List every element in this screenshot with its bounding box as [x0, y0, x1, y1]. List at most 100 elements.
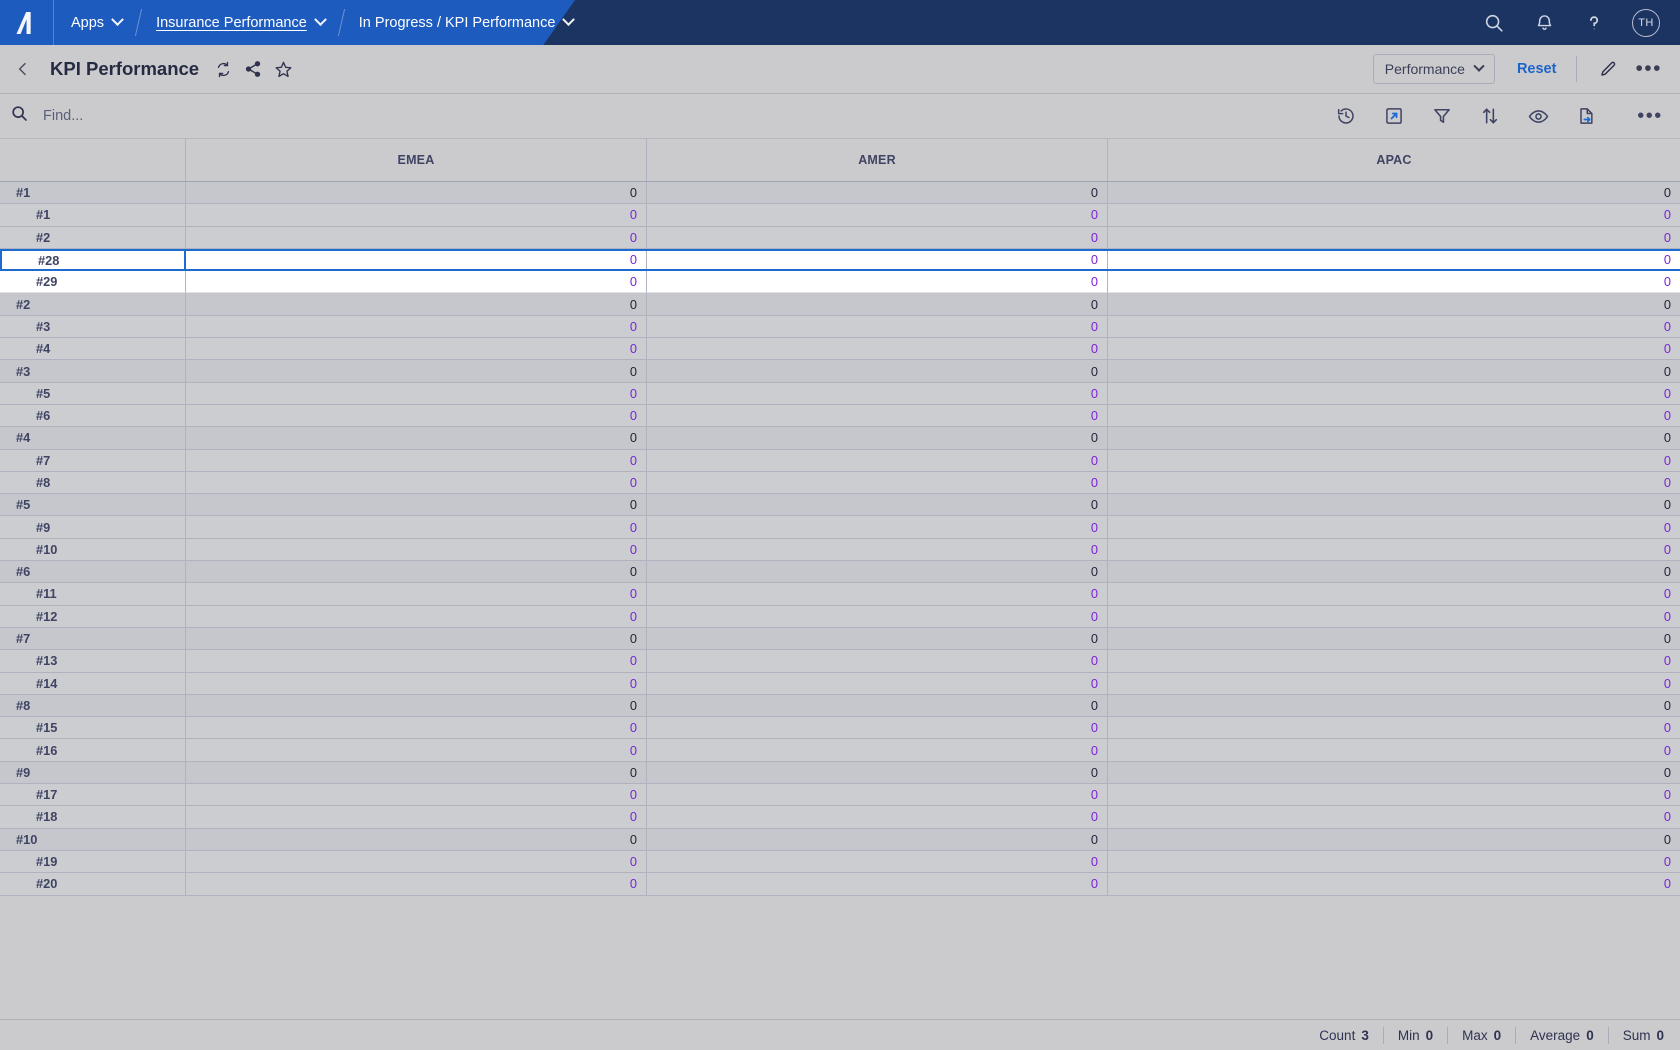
table-row[interactable]: #12 0 0 0	[0, 605, 1680, 628]
data-cell[interactable]: 0	[186, 471, 647, 495]
data-cell[interactable]: 0	[1108, 427, 1680, 450]
row-label-cell[interactable]: #16	[0, 739, 186, 762]
data-cell[interactable]: 0	[647, 538, 1108, 562]
row-label-cell[interactable]: #18	[0, 806, 186, 829]
data-cell[interactable]: 0	[647, 605, 1108, 628]
table-row[interactable]: #16 0 0 0	[0, 739, 1680, 762]
data-cell[interactable]: 0	[186, 672, 647, 695]
data-cell[interactable]: 0	[647, 583, 1108, 606]
row-label-cell[interactable]: #17	[0, 784, 186, 807]
data-cell[interactable]: 0	[186, 561, 647, 584]
table-row[interactable]: #14 0 0 0	[0, 672, 1680, 695]
column-header-emea[interactable]: EMEA	[186, 139, 647, 181]
table-row[interactable]: #11 0 0 0	[0, 583, 1680, 606]
row-label-cell[interactable]: #7	[0, 627, 186, 651]
sync-refresh-icon[interactable]	[212, 58, 234, 80]
data-cell[interactable]: 0	[186, 650, 647, 673]
table-row[interactable]: #1 0 0 0	[0, 204, 1680, 227]
data-cell[interactable]: 0	[186, 427, 647, 450]
data-cell[interactable]: 0	[1108, 561, 1680, 584]
data-cell[interactable]: 0	[186, 828, 647, 851]
row-label-cell[interactable]: #15	[0, 717, 186, 740]
data-cell[interactable]: 0	[1108, 806, 1680, 829]
row-label-cell[interactable]: #11	[0, 583, 186, 606]
filter-funnel-icon[interactable]	[1430, 104, 1454, 128]
data-cell[interactable]: 0	[1108, 182, 1680, 205]
data-cell[interactable]: 0	[647, 761, 1108, 785]
data-cell[interactable]: 0	[647, 382, 1108, 405]
view-selector[interactable]: Performance	[1372, 54, 1495, 84]
data-cell[interactable]: 0	[186, 850, 647, 874]
data-cell[interactable]: 0	[647, 427, 1108, 450]
data-cell[interactable]: 0	[647, 449, 1108, 472]
data-cell[interactable]: 0	[186, 226, 647, 249]
row-label-cell[interactable]: #8	[0, 694, 186, 718]
view-path-menu[interactable]: In Progress / KPI Performance	[342, 0, 591, 45]
data-cell[interactable]: 0	[647, 873, 1108, 896]
data-cell[interactable]: 0	[186, 627, 647, 651]
data-cell[interactable]: 0	[1108, 382, 1680, 405]
data-cell[interactable]: 0	[186, 404, 647, 428]
data-cell[interactable]: 0	[1108, 694, 1680, 718]
data-cell[interactable]: 0	[1108, 204, 1680, 227]
data-cell[interactable]: 0	[186, 271, 647, 294]
row-label-cell[interactable]: #4	[0, 427, 186, 450]
table-row[interactable]: #9 0 0 0	[0, 516, 1680, 539]
data-cell[interactable]: 0	[647, 717, 1108, 740]
data-cell[interactable]: 0	[647, 516, 1108, 539]
table-row[interactable]: #6 0 0 0	[0, 404, 1680, 428]
data-cell[interactable]: 0	[647, 494, 1108, 517]
column-header-rowlabel[interactable]	[0, 139, 186, 181]
row-label-cell[interactable]: #3	[0, 360, 186, 383]
data-cell[interactable]: 0	[186, 873, 647, 896]
table-row[interactable]: #3 0 0 0	[0, 360, 1680, 383]
data-cell[interactable]: 0	[186, 382, 647, 405]
data-cell[interactable]: 0	[1108, 672, 1680, 695]
data-cell[interactable]: 0	[647, 784, 1108, 807]
row-label-cell[interactable]: #5	[0, 382, 186, 405]
table-row[interactable]: #3 0 0 0	[0, 315, 1680, 339]
row-label-cell[interactable]: #1	[0, 204, 186, 227]
data-cell[interactable]: 0	[186, 449, 647, 472]
more-options-icon[interactable]: •••	[1635, 58, 1662, 79]
row-label-cell[interactable]: #12	[0, 605, 186, 628]
table-row[interactable]: #1 0 0 0	[0, 182, 1680, 205]
table-row[interactable]: #10 0 0 0	[0, 538, 1680, 562]
data-cell[interactable]: 0	[1108, 739, 1680, 762]
row-label-cell[interactable]: #14	[0, 672, 186, 695]
data-cell[interactable]: 0	[186, 248, 647, 272]
data-cell[interactable]: 0	[1108, 516, 1680, 539]
data-cell[interactable]: 0	[186, 204, 647, 227]
row-label-cell[interactable]: #19	[0, 850, 186, 874]
data-cell[interactable]: 0	[1108, 248, 1680, 272]
table-row[interactable]: #2 0 0 0	[0, 293, 1680, 316]
data-cell[interactable]: 0	[1108, 449, 1680, 472]
table-row[interactable]: #7 0 0 0	[0, 449, 1680, 472]
data-cell[interactable]: 0	[186, 182, 647, 205]
data-cell[interactable]: 0	[647, 650, 1108, 673]
history-icon[interactable]	[1334, 104, 1358, 128]
column-header-amer[interactable]: AMER	[647, 139, 1108, 181]
table-row[interactable]: #7 0 0 0	[0, 627, 1680, 651]
table-row[interactable]: #9 0 0 0	[0, 761, 1680, 785]
data-cell[interactable]: 0	[186, 516, 647, 539]
apps-menu[interactable]: Apps	[54, 0, 139, 45]
avatar[interactable]: TH	[1632, 8, 1660, 37]
column-header-apac[interactable]: APAC	[1108, 139, 1680, 181]
data-cell[interactable]: 0	[647, 338, 1108, 361]
row-label-cell[interactable]: #3	[0, 315, 186, 339]
row-label-cell[interactable]: #13	[0, 650, 186, 673]
data-cell[interactable]: 0	[1108, 494, 1680, 517]
row-label-cell[interactable]: #5	[0, 494, 186, 517]
table-row[interactable]: #20 0 0 0	[0, 873, 1680, 896]
data-cell[interactable]: 0	[1108, 271, 1680, 294]
table-row[interactable]: #15 0 0 0	[0, 717, 1680, 740]
data-cell[interactable]: 0	[186, 315, 647, 339]
data-cell[interactable]: 0	[186, 784, 647, 807]
row-label-cell[interactable]: #1	[0, 182, 186, 205]
data-cell[interactable]: 0	[186, 739, 647, 762]
table-row[interactable]: #2 0 0 0	[0, 226, 1680, 249]
row-label-cell[interactable]: #10	[0, 828, 186, 851]
table-row[interactable]: #5 0 0 0	[0, 494, 1680, 517]
data-cell[interactable]: 0	[1108, 761, 1680, 785]
